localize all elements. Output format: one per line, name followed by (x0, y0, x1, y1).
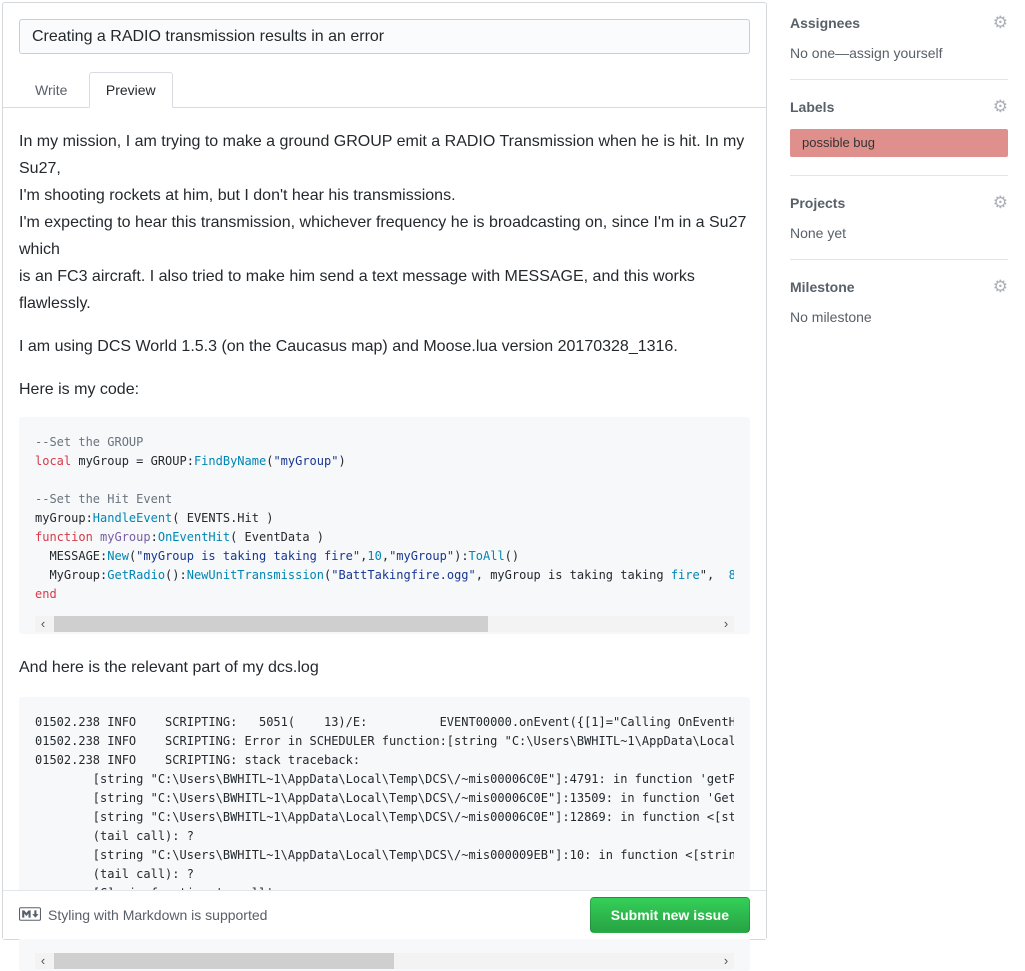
sidebar-section-milestone: Milestone ⚙ No milestone (790, 278, 1008, 343)
scroll-left-icon[interactable]: ‹ (35, 616, 51, 632)
gear-icon[interactable]: ⚙ (993, 14, 1008, 31)
tab-preview[interactable]: Preview (89, 72, 173, 108)
lua-code: --Set the GROUP local myGroup = GROUP:Fi… (35, 433, 734, 604)
gear-icon[interactable]: ⚙ (993, 194, 1008, 211)
scrollbar-track[interactable] (51, 953, 718, 969)
issue-body-paragraph-4: And here is the relevant part of my dcs.… (19, 654, 750, 681)
labels-heading[interactable]: Labels (790, 99, 834, 115)
label-chip[interactable]: possible bug (790, 129, 1008, 157)
sidebar-section-labels: Labels ⚙ possible bug (790, 98, 1008, 176)
write-preview-tab-bar: Write Preview (3, 71, 766, 108)
tab-write[interactable]: Write (18, 72, 84, 108)
scroll-left-icon[interactable]: ‹ (35, 953, 51, 969)
scrollbar-track[interactable] (51, 616, 718, 632)
sidebar-section-projects: Projects ⚙ None yet (790, 194, 1008, 260)
scrollbar-thumb[interactable] (54, 953, 394, 969)
issue-title-input[interactable] (19, 19, 750, 54)
gear-icon[interactable]: ⚙ (993, 278, 1008, 295)
new-issue-form: Write Preview In my mission, I am trying… (2, 2, 767, 940)
scrollbar-thumb[interactable] (54, 616, 488, 632)
projects-empty-text: None yet (790, 225, 1008, 241)
markdown-note-text: Styling with Markdown is supported (48, 907, 267, 923)
issue-body-paragraph-2: I am using DCS World 1.5.3 (on the Cauca… (19, 333, 750, 360)
issue-sidebar: Assignees ⚙ No one—assign yourself Label… (790, 14, 1008, 361)
lua-code-block: --Set the GROUP local myGroup = GROUP:Fi… (19, 417, 750, 634)
sidebar-section-assignees: Assignees ⚙ No one—assign yourself (790, 14, 1008, 80)
projects-heading[interactable]: Projects (790, 195, 845, 211)
markdown-supported-note[interactable]: Styling with Markdown is supported (19, 907, 267, 924)
scroll-right-icon[interactable]: › (718, 616, 734, 632)
code-horizontal-scrollbar[interactable]: ‹ › (35, 616, 734, 632)
scroll-right-icon[interactable]: › (718, 953, 734, 969)
submit-new-issue-button[interactable]: Submit new issue (590, 897, 750, 933)
preview-pane: In my mission, I am trying to make a gro… (3, 108, 766, 971)
assignees-heading[interactable]: Assignees (790, 15, 860, 31)
issue-body-paragraph-1: In my mission, I am trying to make a gro… (19, 128, 750, 317)
log-horizontal-scrollbar[interactable]: ‹ › (35, 953, 734, 969)
form-footer: Styling with Markdown is supported Submi… (3, 890, 766, 939)
issue-body-paragraph-3: Here is my code: (19, 376, 750, 403)
markdown-icon (19, 907, 41, 924)
gear-icon[interactable]: ⚙ (993, 98, 1008, 115)
milestone-heading[interactable]: Milestone (790, 279, 855, 295)
assignees-empty-text[interactable]: No one—assign yourself (790, 45, 1008, 61)
milestone-empty-text: No milestone (790, 309, 1008, 325)
